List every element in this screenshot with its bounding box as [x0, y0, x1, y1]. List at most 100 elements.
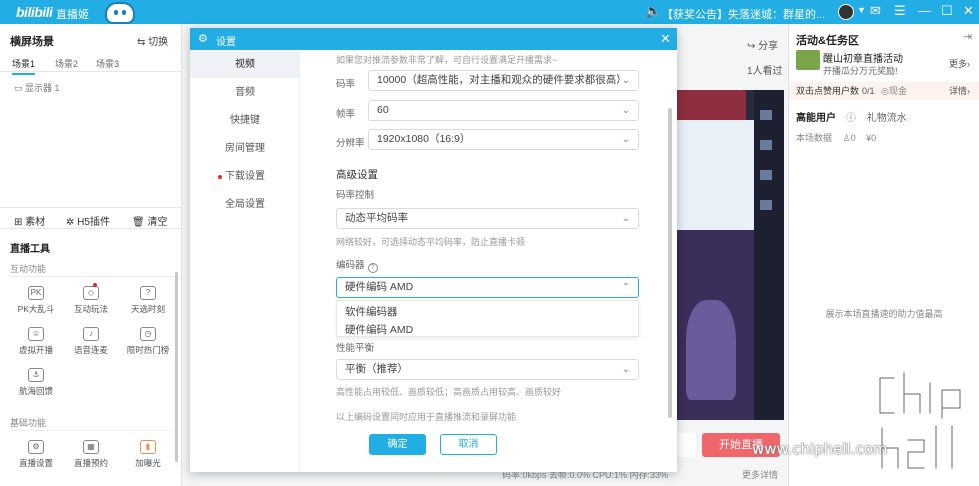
more-activities-link[interactable]: 更多›	[949, 57, 970, 70]
tab-scene-1[interactable]: 场景1	[12, 57, 36, 75]
stat-money: ¥0	[866, 133, 877, 143]
nav-video[interactable]: 视频	[190, 52, 300, 78]
nav-global-settings[interactable]: 全局设置	[190, 192, 300, 218]
close-icon[interactable]: ✕	[660, 31, 671, 47]
speaker-icon: 🔈	[645, 3, 662, 18]
live-preview[interactable]	[676, 90, 784, 420]
bitrate-value: 10000（超高性能，对主播和观众的硬件要求都很高）	[377, 74, 627, 86]
source-item-display[interactable]: ▭ 显示器 1	[14, 81, 60, 94]
mascot-icon	[105, 2, 135, 24]
help-icon[interactable]: ⓘ	[846, 113, 856, 124]
clock-icon: ◷	[140, 327, 156, 341]
balance-value: 平衡（推荐）	[345, 363, 408, 375]
nav-download-settings[interactable]: 下载设置	[190, 164, 300, 190]
tool-label: 航海回馈	[18, 386, 53, 396]
tool-label: 限时热门榜	[126, 345, 170, 355]
balance-select[interactable]: 平衡（推荐） ⌄	[336, 359, 639, 380]
user-avatar-icon[interactable]	[838, 4, 854, 20]
virtual-live-tool[interactable]: ☺ 虚拟开播	[8, 327, 64, 356]
clear-button[interactable]: 🗑 清空	[132, 213, 167, 228]
minimize-icon[interactable]: —	[918, 3, 931, 19]
notification-dot	[218, 175, 222, 179]
user-tabs: 高能用户 ⓘ 礼物流水	[796, 109, 917, 124]
tool-label: 直播设置	[18, 458, 53, 468]
desktop-icon	[760, 140, 772, 150]
mail-icon[interactable]: ✉	[870, 3, 881, 19]
tool-label: PK大乱斗	[17, 304, 55, 314]
task-detail-link[interactable]: 详情›	[949, 82, 970, 100]
tab-high-energy[interactable]: 高能用户	[796, 113, 836, 124]
live-reservation-tool[interactable]: ▦ 直播预约	[63, 440, 119, 469]
video-settings-content: 如果您对推流参数非常了解，可自行设置满足开播需求~ 码率 10000（超高性能，…	[300, 50, 668, 428]
encoder-option-software[interactable]: 软件编码器	[345, 304, 398, 319]
rate-control-value: 动态平均码率	[345, 212, 408, 224]
cancel-button[interactable]: 取消	[440, 434, 497, 455]
voice-link-tool[interactable]: ♪ 语音连麦	[63, 327, 119, 356]
preview-character	[686, 300, 736, 400]
app-name: 直播姬	[56, 9, 89, 21]
pk-tool[interactable]: PK PK大乱斗	[8, 286, 64, 315]
rate-control-select[interactable]: 动态平均码率 ⌄	[336, 208, 639, 229]
help-icon[interactable]: ?	[367, 263, 378, 273]
collapse-icon[interactable]: ⇥	[963, 30, 972, 43]
share-button[interactable]: ↪ 分享	[747, 37, 778, 52]
bilibili-logo: bilibili	[16, 4, 53, 20]
encoder-label-text: 编码器	[336, 260, 365, 271]
desktop-icon	[760, 170, 772, 180]
chevron-up-icon: ⌃	[621, 282, 630, 293]
notification-dot	[93, 283, 97, 287]
plus-icon: ⊞	[14, 217, 26, 228]
balance-hint: 高性能占用较低、画质较低；高画质占用较高、画质较好	[336, 387, 562, 397]
menu-icon[interactable]: ☰	[894, 3, 906, 19]
nav-room-management[interactable]: 房间管理	[190, 136, 300, 162]
live-settings-tool[interactable]: ⚙ 直播设置	[8, 440, 64, 469]
chevron-right-icon: ›	[967, 59, 971, 69]
share-label: 分享	[758, 41, 779, 52]
encoder-select[interactable]: 硬件编码 AMD ⌃	[336, 277, 639, 298]
chevron-down-icon[interactable]: ▼	[857, 5, 866, 15]
nav-audio[interactable]: 音频	[190, 80, 300, 106]
stat-count: 0	[850, 133, 856, 143]
settings-scrollbar[interactable]	[668, 108, 672, 418]
preview-wallpaper	[676, 90, 746, 120]
resolution-label: 分辨率	[336, 138, 365, 149]
announcement-text[interactable]: 【获奖公告】失落迷城：群星的...	[662, 6, 825, 22]
nav-hotkeys[interactable]: 快捷键	[190, 108, 300, 134]
plugin-icon: ✲	[66, 217, 78, 228]
encoder-option-amd[interactable]: 硬件编码 AMD	[345, 322, 413, 337]
activity-name[interactable]: 醒山初章直播活动	[823, 50, 903, 65]
interactive-play-tool[interactable]: ◇ 互动玩法	[63, 283, 119, 315]
h5-label: H5插件	[77, 217, 110, 228]
tab-scene-2[interactable]: 场景2	[55, 57, 78, 70]
tab-gift-flow[interactable]: 礼物流水	[867, 113, 907, 124]
coin-icon: ◎	[881, 86, 889, 96]
maximize-icon[interactable]: ☐	[941, 3, 953, 19]
bitrate-select[interactable]: 10000（超高性能，对主播和观众的硬件要求都很高） ⌄	[368, 70, 639, 91]
resolution-value: 1920x1080（16:9）	[377, 133, 471, 145]
close-icon[interactable]: ✕	[963, 3, 974, 19]
interactive-title: 互动功能	[10, 262, 178, 277]
gear-icon: ⚙	[28, 440, 44, 454]
fps-select[interactable]: 60 ⌄	[368, 100, 639, 121]
hot-rank-tool[interactable]: ◷ 限时热门榜	[120, 327, 176, 356]
activity-thumbnail[interactable]	[796, 50, 820, 70]
settings-note: 如果您对推流参数非常了解，可自行设置满足开播需求~	[336, 55, 558, 65]
lottery-tool[interactable]: ? 天选时刻	[120, 286, 176, 315]
confirm-button[interactable]: 确定	[369, 434, 426, 455]
left-scrollbar[interactable]	[175, 272, 178, 462]
tool-label: 加曝光	[135, 458, 161, 468]
resolution-select[interactable]: 1920x1080（16:9） ⌄	[368, 129, 639, 150]
switch-button[interactable]: ⇆ 切换	[137, 33, 168, 48]
task-reward: ◎现金	[881, 82, 907, 100]
more-details-link[interactable]: 更多详情	[742, 468, 778, 481]
tab-scene-3[interactable]: 场景3	[96, 57, 119, 70]
tool-label: 虚拟开播	[18, 345, 53, 355]
h5-plugin-button[interactable]: ✲ H5插件	[66, 213, 110, 228]
boost-exposure-tool[interactable]: ▮ 加曝光	[120, 440, 176, 469]
encoder-label: 编码器?	[336, 257, 378, 273]
task-row[interactable]: 双击点赞用户数 0/1 ◎现金 详情›	[789, 82, 979, 100]
mic-toggle[interactable]	[676, 433, 696, 457]
voyage-reward-tool[interactable]: ⚓ 航海回馈	[8, 368, 64, 397]
tool-label: 互动玩法	[73, 304, 108, 314]
add-material-button[interactable]: ⊞ 素材	[14, 213, 45, 228]
